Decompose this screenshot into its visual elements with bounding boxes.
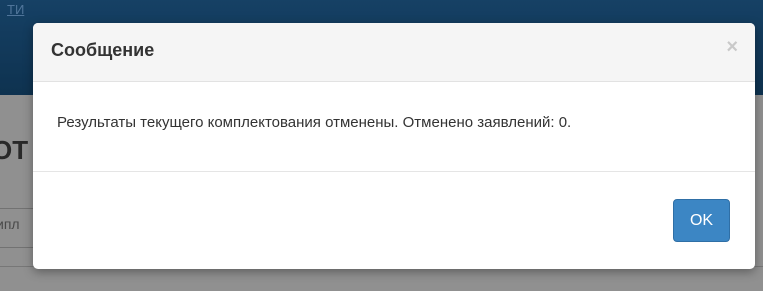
close-icon[interactable]: × bbox=[726, 37, 738, 57]
dialog-header: Сообщение × bbox=[33, 23, 755, 82]
message-dialog: Сообщение × Результаты текущего комплект… bbox=[33, 23, 755, 269]
dialog-title: Сообщение bbox=[51, 40, 155, 60]
dialog-body: Результаты текущего комплектования отмен… bbox=[33, 82, 755, 172]
dialog-footer: OK bbox=[33, 172, 755, 269]
page: ТИ ОТ ипл Сообщение × Результаты текущег… bbox=[0, 0, 763, 291]
ok-button[interactable]: OK bbox=[673, 199, 730, 242]
dialog-message: Результаты текущего комплектования отмен… bbox=[57, 114, 572, 131]
